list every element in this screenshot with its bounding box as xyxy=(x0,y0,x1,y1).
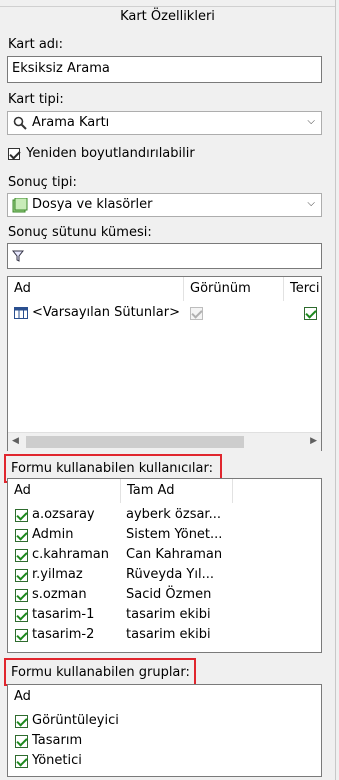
chevron-down-icon: ⌵ xyxy=(307,116,315,127)
card-name-value: Eksiksiz Arama xyxy=(12,61,110,76)
user-checkbox[interactable] xyxy=(15,509,28,522)
groups-label-highlight: Formu kullanabilen gruplar: xyxy=(4,658,196,686)
scrollbar-thumb[interactable] xyxy=(26,436,244,448)
user-full-name: Rüveyda Yıl... xyxy=(126,567,214,582)
resizable-check-box xyxy=(8,147,20,160)
columns-icon xyxy=(14,307,28,319)
user-name: a.ozsaray xyxy=(32,507,95,522)
user-checkbox[interactable] xyxy=(15,569,28,582)
user-name: c.kahraman xyxy=(32,547,109,562)
group-checkbox[interactable] xyxy=(15,735,28,748)
user-checkbox[interactable] xyxy=(15,629,28,642)
users-header: Ad Tam Ad xyxy=(8,479,321,503)
user-full-name: Can Kahraman xyxy=(126,547,223,562)
groups-list[interactable]: Ad Görüntüleyici Tasarım Yönetici xyxy=(7,684,322,777)
user-name: r.yilmaz xyxy=(32,567,83,582)
column-header-preference[interactable]: Terci xyxy=(284,277,321,301)
column-header-name[interactable]: Ad xyxy=(8,277,184,301)
group-name: Yönetici xyxy=(32,753,82,768)
column-header-view[interactable]: Görünüm xyxy=(184,277,284,301)
resizable-label: Yeniden boyutlandırılabilir xyxy=(26,146,195,161)
users-list[interactable]: Ad Tam Ad a.ozsaray ayberk özsar... Admi… xyxy=(7,478,322,653)
user-name: tasarim-2 xyxy=(32,627,95,642)
filter-icon xyxy=(12,250,24,262)
panel-title: Kart Özellikleri xyxy=(120,9,215,24)
table-row[interactable]: tasarim-2 tasarim ekibi xyxy=(8,625,321,645)
list-item[interactable]: Tasarım xyxy=(8,731,321,751)
search-icon xyxy=(13,116,27,130)
user-checkbox[interactable] xyxy=(15,529,28,542)
users-label: Formu kullanabilen kullanıcılar: xyxy=(11,461,213,476)
user-full-name: tasarim ekibi xyxy=(126,627,211,642)
user-full-name: Sistem Yönet... xyxy=(126,527,223,542)
scroll-right-icon[interactable]: ▶ xyxy=(310,436,317,446)
table-row[interactable]: Admin Sistem Yönet... xyxy=(8,525,321,545)
list-item[interactable]: <Varsayılan Sütunlar> xyxy=(8,303,321,323)
result-columns-label: Sonuç sütunu kümesi: xyxy=(8,225,152,240)
view-checkbox xyxy=(190,307,203,320)
result-type-select[interactable]: Dosya ve klasörler ⌵ xyxy=(7,193,322,217)
result-columns-header: Ad Görünüm Terci xyxy=(8,277,321,301)
list-item[interactable]: Görüntüleyici xyxy=(8,711,321,731)
card-type-select[interactable]: Arama Kartı ⌵ xyxy=(7,111,322,135)
title-separator xyxy=(0,6,335,7)
horizontal-scrollbar[interactable]: ◀ ▶ xyxy=(8,432,321,451)
groups-label: Formu kullanabilen gruplar: xyxy=(11,665,190,680)
user-checkbox[interactable] xyxy=(15,589,28,602)
user-checkbox[interactable] xyxy=(15,609,28,622)
table-row[interactable]: r.yilmaz Rüveyda Yıl... xyxy=(8,565,321,585)
user-name: s.ozman xyxy=(32,587,87,602)
result-type-value: Dosya ve klasörler xyxy=(32,197,153,212)
group-name: Tasarım xyxy=(32,733,83,748)
result-type-label: Sonuç tipi: xyxy=(8,175,77,190)
groups-header: Ad xyxy=(8,685,321,709)
card-name-input[interactable]: Eksiksiz Arama xyxy=(7,56,322,83)
table-row[interactable]: tasarim-1 tasarim ekibi xyxy=(8,605,321,625)
list-item-label: <Varsayılan Sütunlar> xyxy=(32,305,180,320)
user-full-name: Sacid Özmen xyxy=(126,587,212,602)
card-name-label: Kart adı: xyxy=(8,37,64,52)
card-properties-panel: Kart Özellikleri Kart adı: Eksiksiz Aram… xyxy=(0,0,336,780)
user-full-name: ayberk özsar... xyxy=(126,507,221,522)
chevron-down-icon: ⌵ xyxy=(307,198,315,209)
group-name: Görüntüleyici xyxy=(32,713,119,728)
list-item[interactable]: Yönetici xyxy=(8,751,321,771)
scroll-left-icon[interactable]: ◀ xyxy=(12,436,19,446)
card-type-label: Kart tipi: xyxy=(8,92,64,107)
preference-checkbox[interactable] xyxy=(304,307,318,320)
table-row[interactable]: s.ozman Sacid Özmen xyxy=(8,585,321,605)
column-header-name[interactable]: Ad xyxy=(8,685,321,709)
table-row[interactable]: c.kahraman Can Kahraman xyxy=(8,545,321,565)
user-name: tasarim-1 xyxy=(32,607,95,622)
group-checkbox[interactable] xyxy=(15,755,28,768)
user-checkbox[interactable] xyxy=(15,549,28,562)
column-header-full-name[interactable]: Tam Ad xyxy=(121,479,233,503)
files-folders-icon xyxy=(12,198,28,213)
card-type-value: Arama Kartı xyxy=(32,115,110,130)
resizable-checkbox[interactable]: Yeniden boyutlandırılabilir xyxy=(8,146,195,161)
group-checkbox[interactable] xyxy=(15,715,28,728)
user-full-name: tasarim ekibi xyxy=(126,607,211,622)
table-row[interactable]: a.ozsaray ayberk özsar... xyxy=(8,505,321,525)
result-columns-filter[interactable] xyxy=(7,243,322,269)
column-header-name[interactable]: Ad xyxy=(8,479,121,503)
result-columns-list[interactable]: Ad Görünüm Terci <Varsayılan Sütunlar> ◀… xyxy=(7,276,322,451)
user-name: Admin xyxy=(32,527,74,542)
